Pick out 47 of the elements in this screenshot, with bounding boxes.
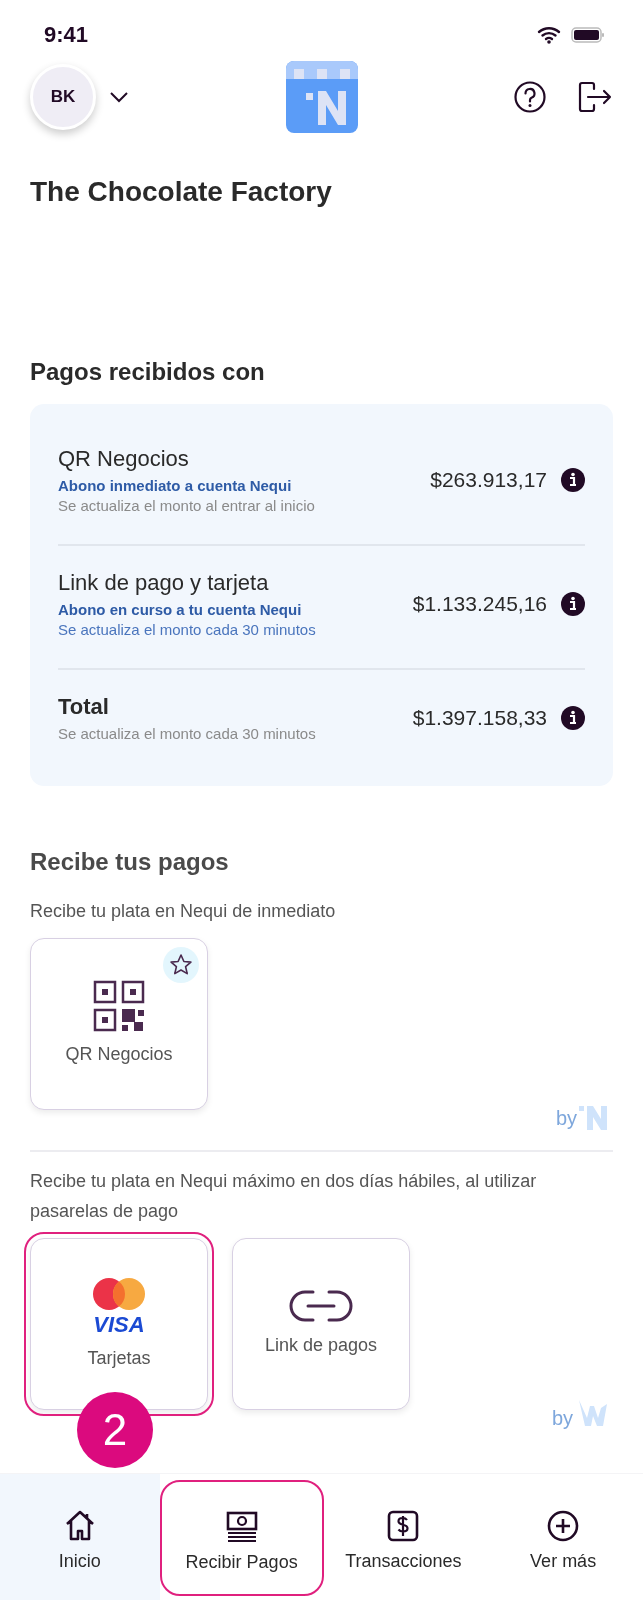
payment-amount: $263.913,17 bbox=[430, 468, 547, 492]
status-time: 9:41 bbox=[44, 22, 89, 48]
logout-icon[interactable] bbox=[577, 80, 613, 114]
nav-tab[interactable]: Ver más bbox=[483, 1474, 643, 1600]
provider-by-label: by bbox=[551, 1407, 573, 1430]
payment-amount: $1.397.158,33 bbox=[412, 706, 547, 730]
provider-by-label: by bbox=[555, 1107, 577, 1130]
payment-option-card[interactable]: QR Negocios bbox=[30, 938, 208, 1110]
card-brand-circles-icon bbox=[92, 1276, 146, 1312]
payment-note: Abono en curso a tu cuenta Nequi bbox=[58, 601, 303, 618]
payment-amount: $1.133.245,16 bbox=[412, 592, 547, 616]
banknote-icon bbox=[224, 1509, 259, 1544]
info-icon[interactable] bbox=[561, 706, 585, 730]
payment-option-card[interactable]: Link de pagos bbox=[232, 1238, 410, 1410]
payment-note: Se actualiza el monto cada 30 minutos bbox=[58, 725, 317, 742]
payment-option-label: Link de pagos bbox=[263, 1334, 379, 1357]
avatar-initials[interactable]: BK bbox=[30, 64, 96, 130]
info-icon[interactable] bbox=[561, 468, 585, 492]
section-title: Recibe tus pagos bbox=[30, 848, 230, 876]
battery-icon bbox=[571, 26, 605, 44]
payment-channel-name: QR Negocios bbox=[58, 446, 190, 472]
nav-tab[interactable]: Recibir Pagos bbox=[159, 1480, 324, 1596]
payment-option-label: QR Negocios bbox=[64, 1043, 174, 1066]
plus-circle-icon bbox=[546, 1508, 581, 1543]
payment-note: Se actualiza el monto al entrar al inicio bbox=[58, 497, 316, 514]
wifi-icon bbox=[537, 26, 561, 44]
qr-code-icon bbox=[93, 980, 145, 1032]
section-description: Recibe tu plata en Nequi de inmediato bbox=[30, 900, 337, 923]
payment-note: Abono inmediato a cuenta Nequi bbox=[58, 477, 293, 494]
step-number-badge: 2 bbox=[77, 1392, 153, 1468]
section-title: Pagos recibidos con bbox=[30, 358, 266, 386]
nav-tab[interactable]: Transacciones bbox=[323, 1474, 484, 1600]
business-name: The Chocolate Factory bbox=[30, 176, 333, 208]
help-icon[interactable] bbox=[513, 80, 547, 114]
nav-tab[interactable]: Inicio bbox=[0, 1474, 160, 1600]
payment-option-label: Tarjetas bbox=[86, 1347, 152, 1370]
info-icon[interactable] bbox=[561, 592, 585, 616]
total-label: Total bbox=[58, 694, 110, 720]
payment-note: Se actualiza el monto cada 30 minutos bbox=[58, 621, 317, 638]
card-brand-logo: VISA bbox=[93, 1314, 145, 1336]
dollar-icon bbox=[386, 1508, 421, 1543]
link-icon bbox=[289, 1289, 353, 1323]
chevron-down-icon[interactable] bbox=[108, 90, 130, 104]
n-logo-icon bbox=[579, 1106, 609, 1130]
payment-channel-name: Link de pago y tarjeta bbox=[58, 570, 270, 596]
store-logo-icon bbox=[285, 61, 358, 133]
section-description: Recibe tu plata en Nequi máximo en dos días hábiles, al utilizar pasarelas de pago bbox=[30, 1170, 538, 1223]
